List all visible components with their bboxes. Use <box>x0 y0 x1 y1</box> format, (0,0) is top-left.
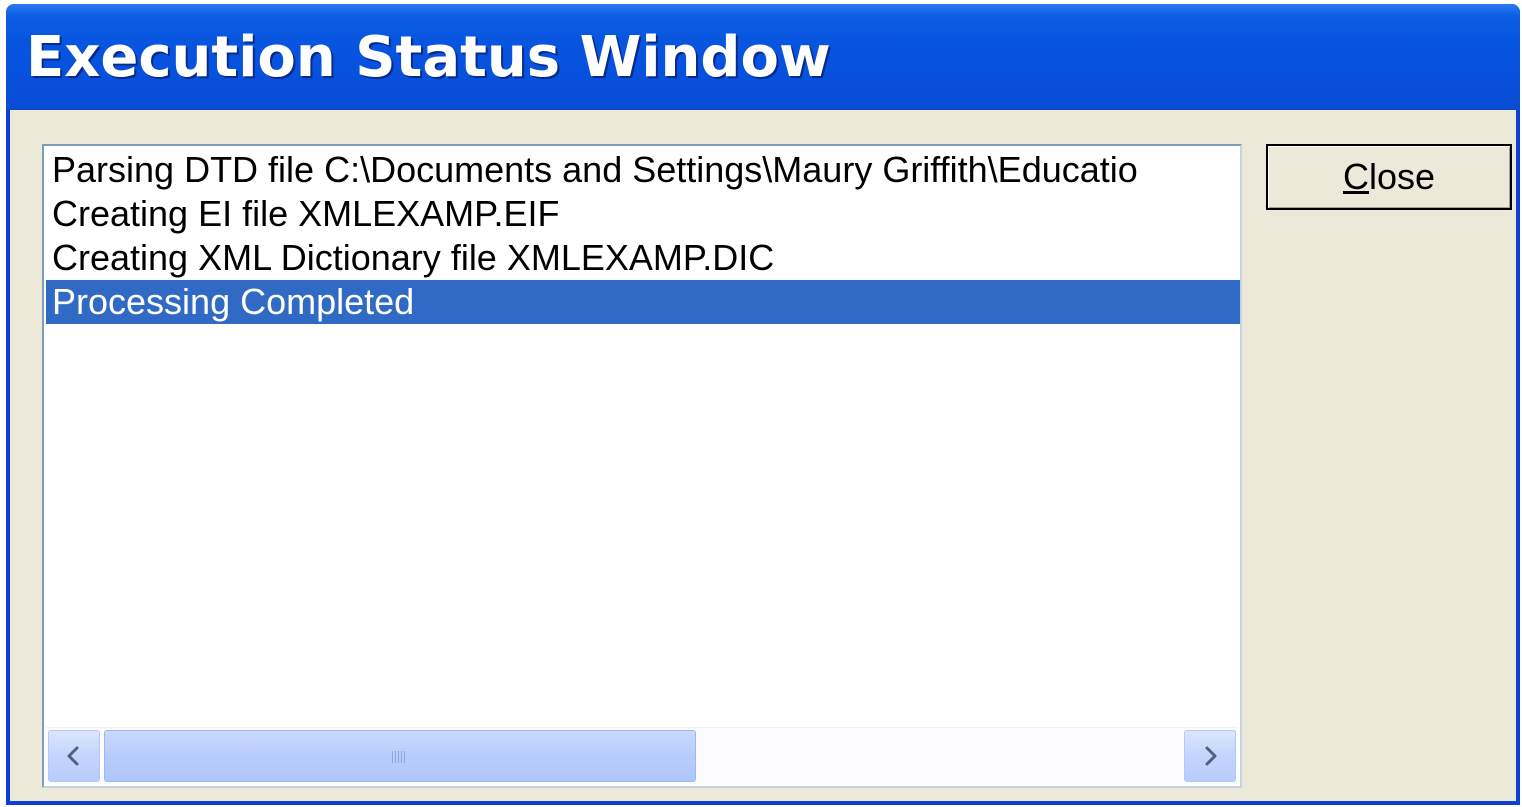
close-label: lose <box>1368 156 1436 197</box>
list-item[interactable]: Parsing DTD file C:\Documents and Settin… <box>46 148 1240 192</box>
scroll-right-button[interactable] <box>1184 730 1236 782</box>
grip-icon <box>392 751 406 763</box>
execution-status-window: Execution Status Window Parsing DTD file… <box>6 4 1520 805</box>
status-list: Parsing DTD file C:\Documents and Settin… <box>46 148 1240 726</box>
scroll-left-button[interactable] <box>48 730 100 782</box>
status-listbox[interactable]: Parsing DTD file C:\Documents and Settin… <box>42 144 1242 788</box>
title-bar[interactable]: Execution Status Window <box>6 4 1520 110</box>
chevron-left-icon <box>67 746 79 766</box>
window-title: Execution Status Window <box>26 25 831 90</box>
window-client-area: Parsing DTD file C:\Documents and Settin… <box>10 110 1516 801</box>
list-item[interactable]: Creating EI file XMLEXAMP.EIF <box>46 192 1240 236</box>
list-item[interactable]: Creating XML Dictionary file XMLEXAMP.DI… <box>46 236 1240 280</box>
horizontal-scrollbar[interactable] <box>46 727 1238 784</box>
close-mnemonic: C <box>1342 156 1369 197</box>
list-item-selected[interactable]: Processing Completed <box>46 280 1240 324</box>
close-button[interactable]: Close <box>1266 144 1512 210</box>
scroll-thumb[interactable] <box>104 730 696 782</box>
chevron-right-icon <box>1205 746 1217 766</box>
